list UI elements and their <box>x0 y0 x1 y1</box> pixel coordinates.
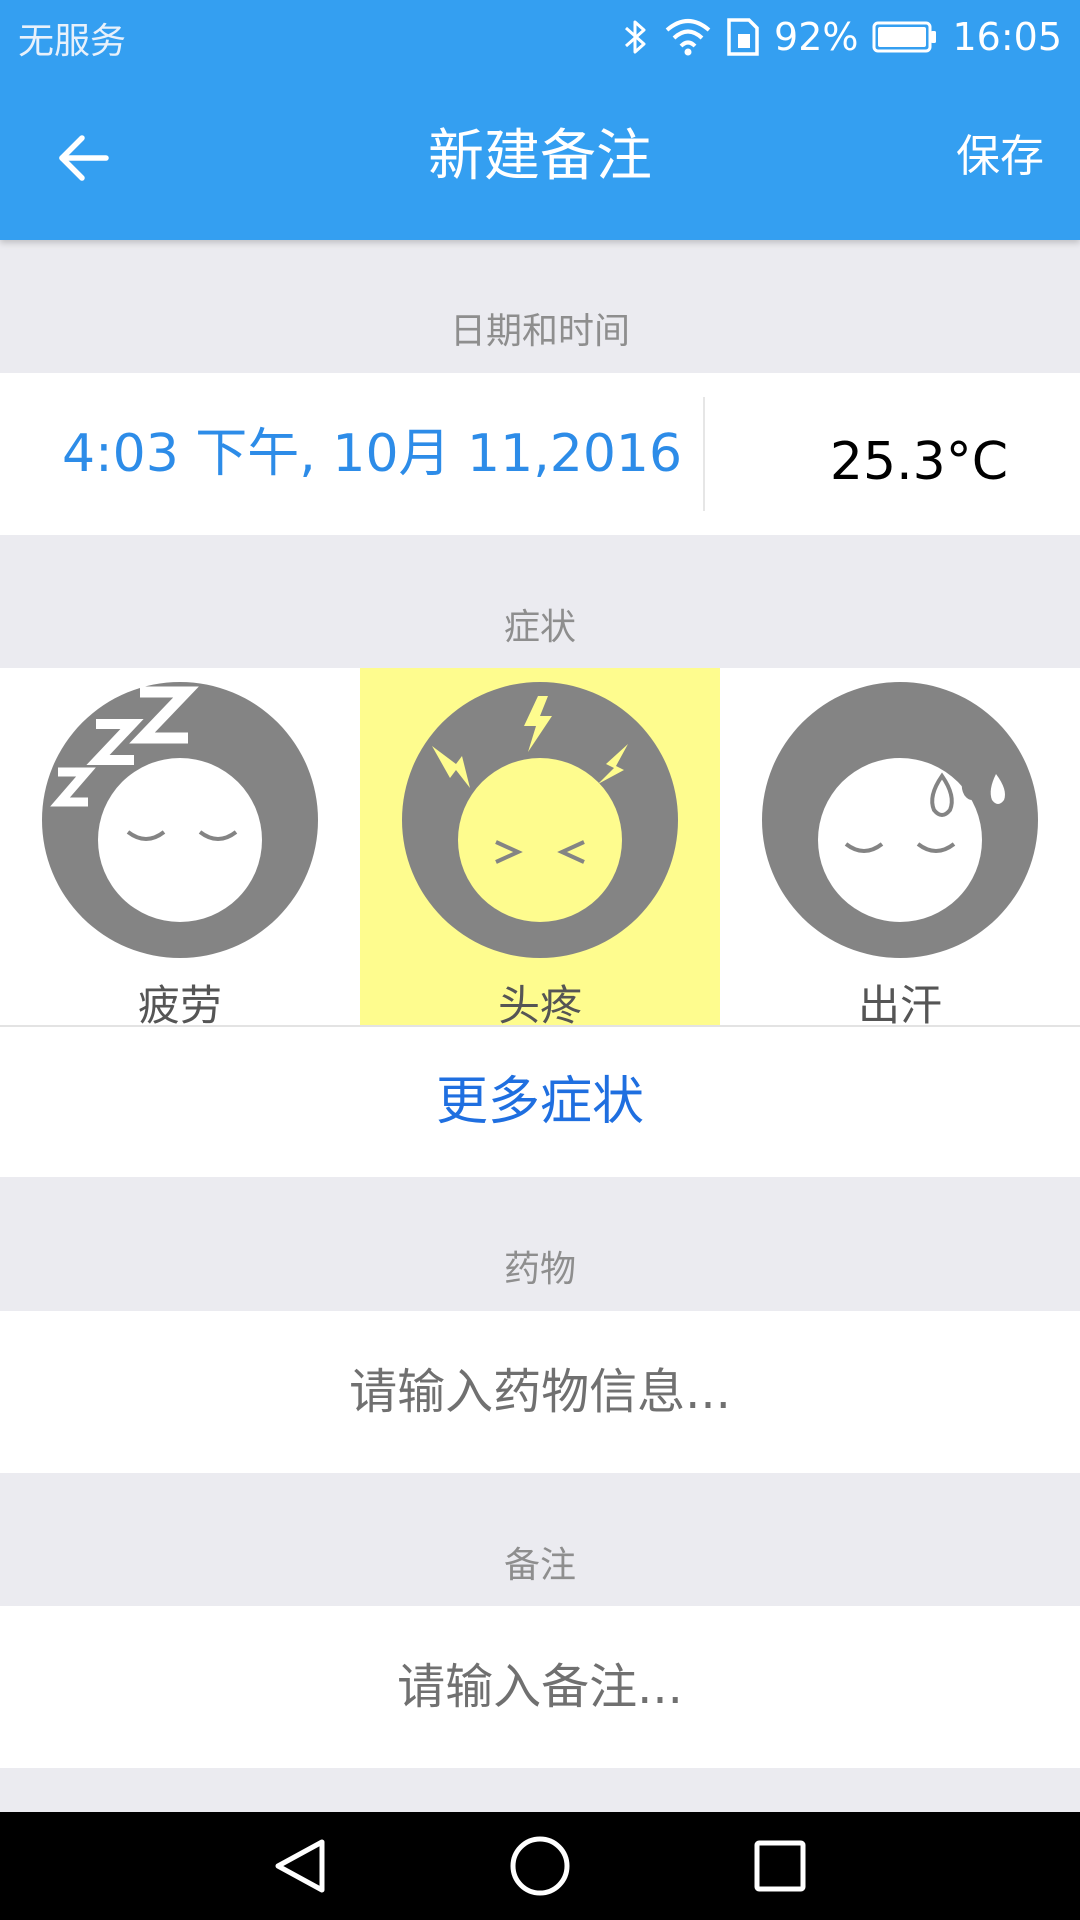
symptom-grid: 疲劳 头疼 出汗 <box>0 668 1080 1030</box>
nav-recents-button[interactable] <box>740 1826 820 1906</box>
more-symptoms-button[interactable]: 更多症状 <box>0 1027 1080 1177</box>
medication-row <box>0 1311 1080 1473</box>
nav-back-button[interactable] <box>260 1826 340 1906</box>
notes-input[interactable] <box>0 1606 1080 1768</box>
system-nav-bar <box>0 1812 1080 1920</box>
back-triangle-icon <box>275 1839 325 1893</box>
medication-input[interactable] <box>0 1311 1080 1473</box>
datetime-section-label: 日期和时间 <box>449 311 630 352</box>
status-bar: 无服务 92% 16:05 <box>0 0 1080 74</box>
symptom-label-headache: 头疼 <box>497 981 582 1030</box>
datetime-value[interactable]: 4:03 下午, 10月 11,2016 <box>62 373 682 535</box>
clock-time: 16:05 <box>952 15 1062 59</box>
toolbar: 新建备注 保存 <box>0 74 1080 240</box>
home-circle-icon <box>510 1836 570 1896</box>
back-button[interactable] <box>38 112 130 204</box>
symptoms-section-label: 症状 <box>503 607 576 648</box>
notes-row <box>0 1606 1080 1768</box>
app-header: 无服务 92% 16:05 新建备注 保存 <box>0 0 1080 240</box>
medication-section-label: 药物 <box>503 1249 576 1290</box>
carrier-text: 无服务 <box>18 21 127 62</box>
symptom-fatigue[interactable]: 疲劳 <box>0 668 360 1030</box>
nav-home-button[interactable] <box>500 1826 580 1906</box>
bluetooth-icon <box>622 17 650 57</box>
save-button[interactable]: 保存 <box>956 74 1044 240</box>
sim-icon <box>726 17 760 57</box>
datetime-row: 4:03 下午, 10月 11,2016 25.3°C <box>0 373 1080 535</box>
symptom-label-fatigue: 疲劳 <box>137 981 222 1030</box>
battery-percent: 92% <box>774 15 859 59</box>
symptom-headache[interactable]: 头疼 <box>360 668 720 1030</box>
row-divider <box>703 397 705 511</box>
battery-icon <box>872 20 938 54</box>
page-title: 新建备注 <box>428 124 652 189</box>
symptom-sweating[interactable]: 出汗 <box>720 668 1080 1030</box>
sleepy-face-icon <box>42 682 318 958</box>
symptom-label-sweating: 出汗 <box>857 981 942 1030</box>
arrow-left-icon <box>59 135 109 181</box>
wifi-icon <box>664 18 712 56</box>
headache-face-icon <box>402 682 678 958</box>
status-icons: 92% 16:05 <box>622 10 1062 64</box>
temperature-value[interactable]: 25.3°C <box>830 381 1008 543</box>
notes-section-label: 备注 <box>503 1545 576 1586</box>
recents-square-icon <box>754 1840 806 1892</box>
sweating-face-icon <box>762 682 1038 958</box>
